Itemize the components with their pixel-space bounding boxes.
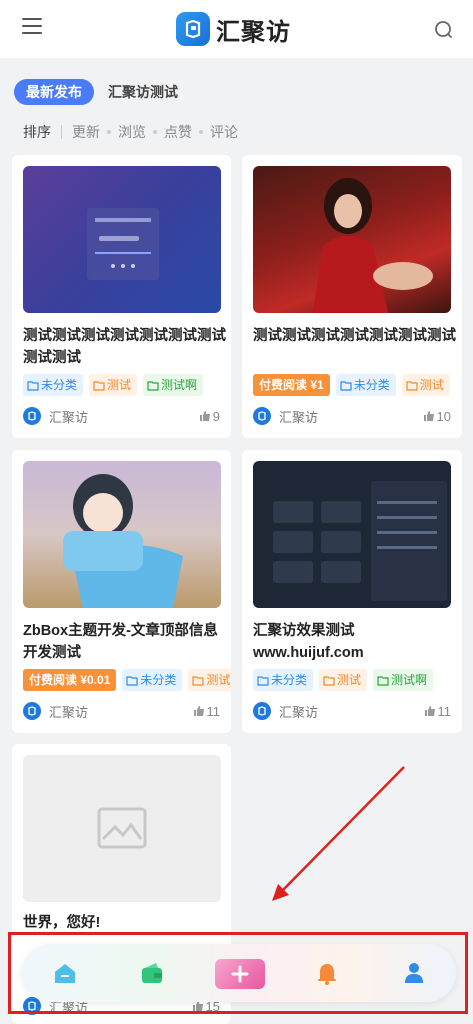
menu-icon[interactable] <box>22 18 42 36</box>
folder-icon <box>257 675 269 686</box>
tag-label: 测试 <box>107 378 132 392</box>
sort-separator <box>199 130 203 134</box>
category-tabs: 最新发布 汇聚访测试 <box>14 79 178 105</box>
tag-test[interactable]: 测试 <box>89 374 138 396</box>
tag-test-ah[interactable]: 测试啊 <box>143 374 204 396</box>
like-number: 10 <box>436 408 451 424</box>
thumbs-up-icon <box>424 706 435 716</box>
tag-label: 未分类 <box>41 378 78 392</box>
author-name: 汇聚访 <box>49 409 89 425</box>
brand-logo[interactable]: 汇聚访 <box>176 10 291 48</box>
tag-list: 未分类 测试 测试啊 <box>253 669 462 691</box>
avatar <box>253 702 271 720</box>
post-title[interactable]: 汇聚访效果测试 www.huijuf.com <box>253 620 458 664</box>
post-card[interactable]: ZbBox主题开发-文章顶部信息开发测试 付费阅读 ¥0.01 未分类 测试 汇… <box>12 450 231 733</box>
folder-icon <box>192 675 204 686</box>
logo-mark-icon <box>176 12 210 46</box>
folder-icon <box>323 675 335 686</box>
folder-icon <box>126 675 138 686</box>
folder-icon <box>377 675 389 686</box>
sort-label: 排序 <box>23 124 51 140</box>
tag-test[interactable]: 测试 <box>319 669 368 691</box>
post-title[interactable]: 世界，您好! <box>23 912 228 934</box>
author-name: 汇聚访 <box>279 409 319 425</box>
like-count[interactable]: 10 <box>423 406 451 426</box>
sort-separator <box>107 130 111 134</box>
tab-test[interactable]: 汇聚访测试 <box>108 82 178 102</box>
image-placeholder-icon <box>97 807 147 849</box>
paid-badge[interactable]: 付费阅读 ¥1 <box>253 374 330 396</box>
avatar <box>23 702 41 720</box>
sort-views[interactable]: 浏览 <box>118 122 146 142</box>
tag-list: 付费阅读 ¥1 未分类 测试 <box>253 374 462 396</box>
like-count[interactable]: 11 <box>193 701 221 721</box>
tag-list: 付费阅读 ¥0.01 未分类 测试 <box>23 669 231 691</box>
folder-icon <box>147 380 159 391</box>
like-number: 9 <box>212 408 220 424</box>
tag-uncategorized[interactable]: 未分类 <box>122 669 183 691</box>
post-card[interactable]: 汇聚访效果测试 www.huijuf.com 未分类 测试 测试啊 汇聚访 11 <box>242 450 462 733</box>
like-count[interactable]: 9 <box>199 406 220 426</box>
tag-test-ah[interactable]: 测试啊 <box>373 669 434 691</box>
folder-icon <box>340 380 352 391</box>
tab-latest[interactable]: 最新发布 <box>14 79 94 105</box>
like-number: 11 <box>206 703 221 719</box>
avatar <box>23 407 41 425</box>
author-name: 汇聚访 <box>279 704 319 720</box>
sort-update[interactable]: 更新 <box>72 122 100 142</box>
folder-icon <box>93 380 105 391</box>
tag-label: 测试啊 <box>161 378 198 392</box>
post-thumbnail-placeholder[interactable] <box>23 755 221 902</box>
tag-label: 测试 <box>419 378 444 392</box>
post-thumbnail[interactable] <box>253 461 451 608</box>
post-thumbnail[interactable] <box>253 166 451 313</box>
sort-comments[interactable]: 评论 <box>210 122 238 142</box>
post-card[interactable]: 测试测试测试测试测试测试测试 付费阅读 ¥1 未分类 测试 汇聚访 10 <box>242 155 462 438</box>
thumbs-up-icon <box>199 411 210 421</box>
folder-icon <box>27 380 39 391</box>
brand-name: 汇聚访 <box>216 17 291 46</box>
post-title[interactable]: 测试测试测试测试测试测试测试 <box>253 325 458 347</box>
annotation-highlight-box <box>8 932 468 1014</box>
post-author[interactable]: 汇聚访 <box>23 701 88 721</box>
tag-label: 未分类 <box>140 673 177 687</box>
post-thumbnail[interactable] <box>23 461 221 608</box>
folder-icon <box>406 380 418 391</box>
like-number: 11 <box>437 703 452 719</box>
paid-badge[interactable]: 付费阅读 ¥0.01 <box>23 669 117 691</box>
post-author[interactable]: 汇聚访 <box>23 406 88 426</box>
post-card[interactable]: 测试测试测试测试测试测试测试测试测试 未分类 测试 测试啊 汇聚访 9 <box>12 155 231 438</box>
thumbs-up-icon <box>193 706 204 716</box>
post-author[interactable]: 汇聚访 <box>253 406 318 426</box>
author-name: 汇聚访 <box>49 704 89 720</box>
post-thumbnail[interactable] <box>23 166 221 313</box>
tag-label: 未分类 <box>271 673 308 687</box>
like-count[interactable]: 11 <box>424 701 452 721</box>
tag-label: 测试 <box>206 673 231 687</box>
search-icon[interactable] <box>434 20 454 40</box>
top-header: 汇聚访 <box>0 0 473 58</box>
tag-list: 未分类 测试 测试啊 <box>23 374 223 396</box>
sort-divider <box>61 125 62 139</box>
tag-label: 测试啊 <box>391 673 428 687</box>
post-author[interactable]: 汇聚访 <box>253 701 318 721</box>
tag-uncategorized[interactable]: 未分类 <box>23 374 84 396</box>
post-title[interactable]: ZbBox主题开发-文章顶部信息开发测试 <box>23 620 228 664</box>
sort-bar: 排序 更新 浏览 点赞 评论 <box>23 121 238 143</box>
post-title[interactable]: 测试测试测试测试测试测试测试测试测试 <box>23 325 228 369</box>
thumbs-up-icon <box>423 411 434 421</box>
tag-label: 未分类 <box>353 378 390 392</box>
avatar <box>253 407 271 425</box>
sort-separator <box>153 130 157 134</box>
tag-uncategorized[interactable]: 未分类 <box>253 669 314 691</box>
tag-test[interactable]: 测试 <box>401 374 450 396</box>
tag-test[interactable]: 测试 <box>188 669 231 691</box>
sort-likes[interactable]: 点赞 <box>164 122 192 142</box>
tag-label: 测试 <box>337 673 362 687</box>
tag-uncategorized[interactable]: 未分类 <box>335 374 396 396</box>
